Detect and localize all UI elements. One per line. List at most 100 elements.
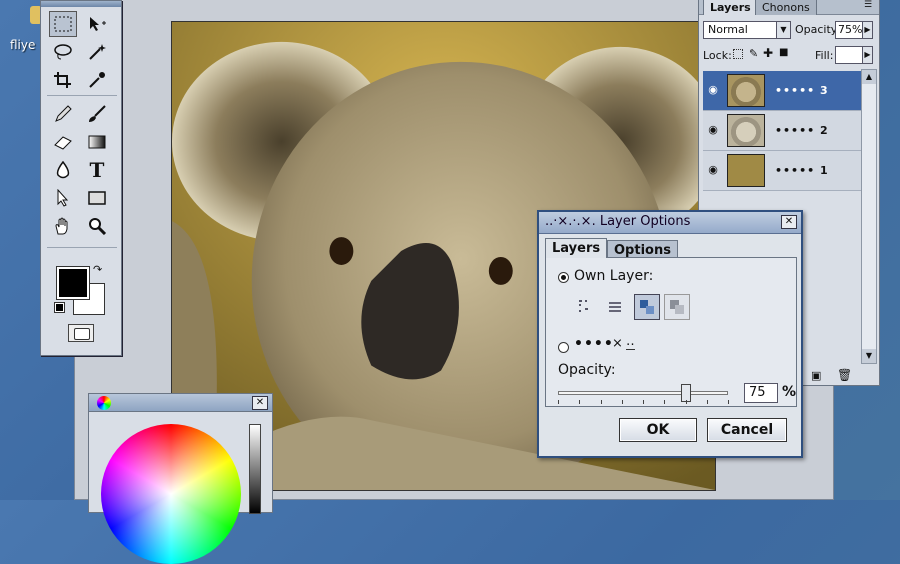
slider-tick <box>706 400 708 404</box>
link-tool-icon[interactable]: ⨯ <box>612 336 623 351</box>
color-wheel[interactable] <box>101 424 241 564</box>
slider-tick <box>685 400 687 404</box>
close-icon[interactable]: ✕ <box>781 215 797 229</box>
own-layer-radio[interactable] <box>558 272 569 283</box>
dotted-grid-icon[interactable] <box>572 294 598 320</box>
scroll-up-icon[interactable]: ▲ <box>862 70 876 84</box>
new-layer-icon[interactable]: ▣ <box>811 369 821 382</box>
own-layer-label: Own Layer: <box>574 268 654 284</box>
tab-layers[interactable]: Layers <box>545 238 608 258</box>
tab-layers[interactable]: Layers <box>703 0 758 15</box>
palette-menu-icon[interactable]: ☰ <box>861 0 875 12</box>
color-wheel-icon <box>97 396 111 410</box>
fill-arrow-icon: ▶ <box>862 47 872 63</box>
color-picker-palette: ✕ <box>88 393 273 564</box>
blend-squares-icon[interactable] <box>634 294 660 320</box>
layer-options-dialog: ..·×.·.×. Layer Options ✕ Layers Options… <box>537 210 803 458</box>
fill-field[interactable]: ▶ <box>835 46 873 64</box>
tools-palette: T ↷ <box>40 0 122 356</box>
opacity-label: Opacity: <box>795 23 841 36</box>
second-option-label: •••• <box>574 336 614 352</box>
overlap-squares-icon[interactable] <box>664 294 690 320</box>
tools-separator <box>47 247 117 248</box>
layer-thumbnail <box>727 114 765 147</box>
rectangle-icon[interactable] <box>83 185 111 211</box>
slider-tick <box>664 400 666 404</box>
tools-separator <box>47 95 117 96</box>
eye-icon[interactable]: ◉ <box>705 83 721 97</box>
close-icon[interactable]: ✕ <box>252 396 268 410</box>
lock-label: Lock: <box>703 49 732 62</box>
trash-icon[interactable]: 🗑 <box>837 368 852 382</box>
opacity-label: Opacity: <box>558 362 616 378</box>
type-icon[interactable]: T <box>83 157 111 183</box>
slider-tick <box>558 400 559 404</box>
lasso-icon[interactable] <box>49 39 77 65</box>
slider-tick <box>600 400 602 404</box>
desktop-label[interactable]: fliye <box>10 38 35 52</box>
zoom-icon[interactable] <box>83 213 111 239</box>
percent-sign: % <box>782 384 797 400</box>
blend-mode-select[interactable]: Normal ▼ <box>703 21 791 39</box>
layers-tabs: Layers Chonons ☰ <box>699 0 879 15</box>
blur-icon[interactable] <box>49 157 77 183</box>
layers-scrollbar[interactable]: ▲ ▼ <box>861 69 877 364</box>
slider-tick <box>621 400 623 404</box>
dialog-tabs: Layers Options <box>545 238 797 258</box>
scroll-down-icon[interactable]: ▼ <box>862 349 876 363</box>
tab-options[interactable]: Options <box>607 240 678 258</box>
path-select-icon[interactable] <box>49 185 77 211</box>
opacity-value: 75% <box>838 23 863 36</box>
lock-move-icon[interactable]: ✚ <box>763 46 773 60</box>
quick-mask-icon[interactable] <box>68 324 94 342</box>
dialog-panel: Own Layer: •••• ⨯ ‥ Opacity: 75 % <box>545 257 797 407</box>
dialog-titlebar[interactable]: ..·×.·.×. Layer Options ✕ <box>539 212 801 234</box>
move-icon[interactable] <box>83 11 111 37</box>
gradient-icon[interactable] <box>83 129 111 155</box>
eyedropper-icon[interactable] <box>83 67 111 93</box>
layer-name: ••••• 1 <box>775 164 829 177</box>
lines-icon[interactable] <box>602 294 628 320</box>
blend-mode-value: Normal <box>708 23 748 36</box>
brightness-slider[interactable] <box>249 424 261 514</box>
opacity-input[interactable]: 75 <box>744 383 778 403</box>
layer-row[interactable]: ◉ ••••• 3 <box>703 71 861 111</box>
magic-wand-icon[interactable] <box>83 39 111 65</box>
tools-titlebar[interactable] <box>41 1 121 7</box>
slider-tick <box>643 400 644 404</box>
brush-icon[interactable] <box>83 101 111 127</box>
foreground-color-swatch[interactable] <box>56 266 90 300</box>
slider-tick <box>579 400 581 404</box>
slider-tick <box>728 400 729 404</box>
swap-colors-icon[interactable]: ↷ <box>93 263 102 276</box>
layer-name: ••••• 2 <box>775 124 829 137</box>
default-colors-icon[interactable] <box>54 302 65 313</box>
cancel-button[interactable]: Cancel <box>707 418 787 442</box>
tab-channels[interactable]: Chonons <box>755 0 817 15</box>
opacity-field[interactable]: 75% ▶ <box>835 21 873 39</box>
second-option-radio[interactable] <box>558 342 569 353</box>
marquee-icon[interactable] <box>49 11 77 37</box>
dialog-title: ..·×.·.×. Layer Options <box>545 214 691 229</box>
layer-name: ••••• 3 <box>775 84 829 97</box>
hand-icon[interactable] <box>49 213 77 239</box>
color-picker-titlebar[interactable]: ✕ <box>89 394 272 412</box>
pencil-icon[interactable] <box>49 101 77 127</box>
opacity-arrow-icon: ▶ <box>862 22 872 38</box>
layer-thumbnail <box>727 74 765 107</box>
lock-transparent-icon[interactable] <box>733 49 743 59</box>
chevron-down-icon: ▼ <box>776 22 790 38</box>
ok-button[interactable]: OK <box>619 418 697 442</box>
fill-label: Fill: <box>815 49 834 62</box>
opacity-slider[interactable] <box>558 391 728 395</box>
layer-row[interactable]: ◉ ••••• 1 <box>703 151 861 191</box>
crop-icon[interactable] <box>49 67 77 93</box>
eye-icon[interactable]: ◉ <box>705 163 721 177</box>
lock-all-icon[interactable]: ■ <box>779 47 788 58</box>
lock-paint-icon[interactable]: ✎ <box>749 47 758 60</box>
layer-row[interactable]: ◉ ••••• 2 <box>703 111 861 151</box>
eraser-icon[interactable] <box>49 129 77 155</box>
dots-indicator: ‥ <box>626 334 635 350</box>
eye-icon[interactable]: ◉ <box>705 123 721 137</box>
layer-thumbnail <box>727 154 765 187</box>
